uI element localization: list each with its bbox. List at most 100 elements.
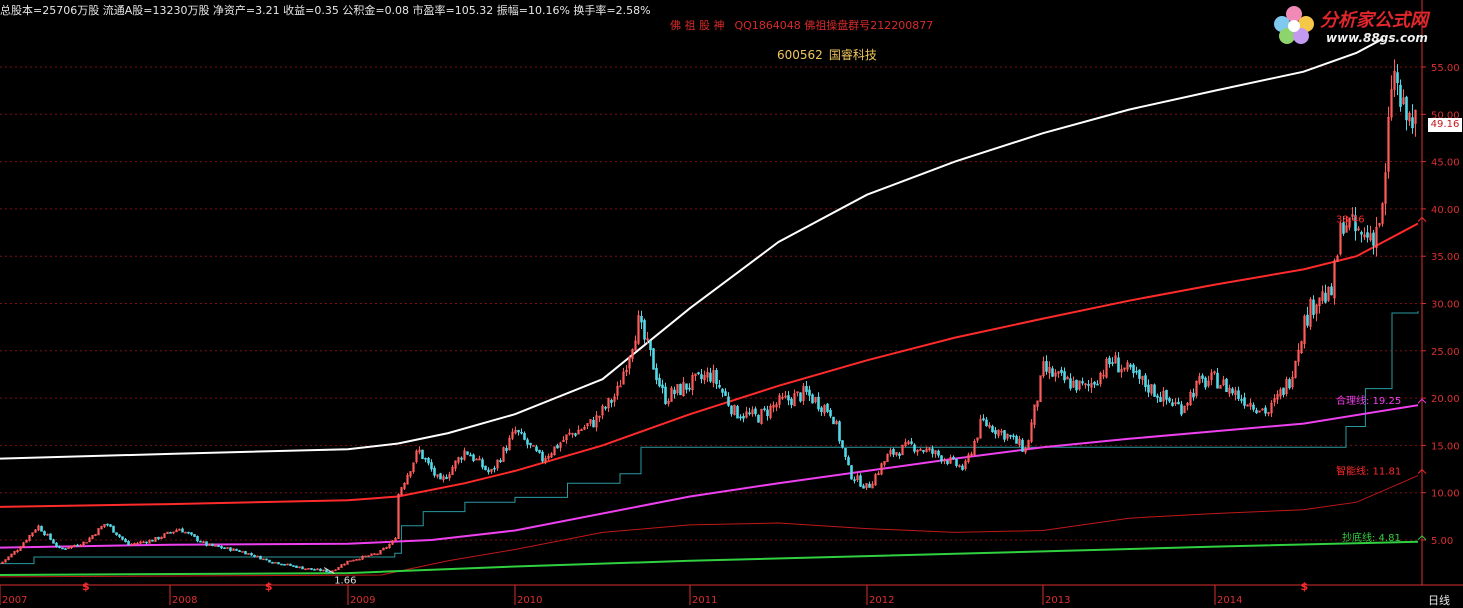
candle-body xyxy=(1069,378,1072,389)
candle-body xyxy=(310,568,313,570)
candle-body xyxy=(892,448,895,455)
banner-brand: 佛 祖 股 神 xyxy=(670,19,725,32)
candle-body xyxy=(1096,383,1099,386)
candle-body xyxy=(868,483,871,488)
top-white-line xyxy=(0,37,1384,460)
candle-body xyxy=(661,384,664,389)
candle-body xyxy=(445,476,448,480)
candle-body xyxy=(1282,387,1285,395)
candle-body xyxy=(145,541,148,544)
y-tick-label: 10.00 xyxy=(1431,489,1460,500)
y-tick-label: 30.00 xyxy=(1431,300,1460,311)
period-label[interactable]: 日线 xyxy=(1428,592,1450,608)
candle-body xyxy=(169,532,172,534)
indicator-lines xyxy=(0,37,1419,578)
candle-body xyxy=(739,416,742,419)
candle-body xyxy=(742,416,745,419)
candlesticks xyxy=(1,59,1417,574)
candle-body xyxy=(982,418,985,421)
candle-body xyxy=(817,396,820,410)
candle-body xyxy=(466,451,469,455)
candle-body xyxy=(199,540,202,543)
candle-body xyxy=(1372,232,1375,246)
candle-body xyxy=(433,467,436,476)
candle-body xyxy=(1360,232,1363,235)
candle-body xyxy=(421,449,424,459)
candle-body xyxy=(1255,410,1258,414)
line-label: 抄底线: 4.81 xyxy=(1342,531,1401,544)
candle-body xyxy=(610,399,613,403)
candle-body xyxy=(85,541,88,544)
candle-body xyxy=(292,565,295,567)
candle-body xyxy=(265,558,268,561)
candle-body xyxy=(499,460,502,462)
candle-body xyxy=(685,383,688,390)
x-tick-label: 2007 xyxy=(2,595,27,605)
candle-body xyxy=(1081,381,1084,384)
candle-body xyxy=(49,533,52,540)
candle-body xyxy=(220,546,223,549)
candle-body xyxy=(118,534,121,537)
candle-body xyxy=(280,563,283,566)
candle-body xyxy=(985,419,988,427)
candle-body xyxy=(1324,292,1327,303)
line-label: 38.46 xyxy=(1336,214,1365,225)
candle-body xyxy=(1168,398,1171,402)
candle-body xyxy=(1087,384,1090,386)
candle-body xyxy=(1144,375,1147,388)
candle-body xyxy=(1366,232,1369,238)
candle-body xyxy=(763,408,766,410)
candle-body xyxy=(1204,377,1207,388)
candle-body xyxy=(1132,364,1135,374)
candle-body xyxy=(121,536,124,540)
candle-body xyxy=(187,531,190,534)
dollar-marker: $ xyxy=(1301,580,1309,593)
candle-body xyxy=(652,348,655,370)
candle-body xyxy=(1009,435,1012,437)
candle-body xyxy=(724,391,727,396)
candle-body xyxy=(241,551,244,553)
candle-body xyxy=(115,532,118,536)
candle-body xyxy=(829,409,832,417)
candle-body xyxy=(124,538,127,542)
candle-body xyxy=(274,561,277,564)
candle-body xyxy=(847,457,850,466)
x-tick-label: 2014 xyxy=(1217,595,1242,605)
stock-name: 国睿科技 xyxy=(828,48,877,62)
candle-body xyxy=(673,389,676,395)
candle-body xyxy=(994,430,997,435)
candle-body xyxy=(484,465,487,471)
candle-body xyxy=(472,454,475,461)
candle-body xyxy=(250,553,253,556)
candle-body xyxy=(238,550,241,552)
low-label: 1.66 xyxy=(334,576,356,587)
candle-body xyxy=(193,534,196,537)
site-logo[interactable]: 分析家公式网 www.88gs.com xyxy=(1262,0,1462,50)
candle-body xyxy=(952,456,955,459)
candle-body xyxy=(1306,314,1309,326)
candle-body xyxy=(523,433,526,440)
candle-body xyxy=(1405,96,1408,121)
candle-body xyxy=(535,446,538,452)
candle-body xyxy=(1153,384,1156,397)
candle-body xyxy=(1117,357,1120,373)
candle-body xyxy=(808,389,811,396)
x-tick-label: 2013 xyxy=(1045,595,1070,605)
candle-body xyxy=(244,551,247,555)
candle-body xyxy=(1051,368,1054,377)
candle-body xyxy=(325,569,328,573)
candle-body xyxy=(931,448,934,454)
candle-body xyxy=(127,540,130,546)
candle-body xyxy=(1396,72,1399,84)
candle-body xyxy=(757,414,760,423)
reasonable-line xyxy=(0,404,1419,549)
candle-body xyxy=(736,406,739,419)
candle-body xyxy=(112,525,115,533)
price-chart[interactable]: 5.00 10.00 15.00 20.00 25.00 30.00 35.00 40.00 4… xyxy=(0,0,1463,605)
candle-body xyxy=(1003,430,1006,440)
candle-body xyxy=(520,431,523,434)
candle-body xyxy=(1180,404,1183,415)
candle-body xyxy=(1015,435,1018,444)
candle-body xyxy=(196,536,199,542)
candle-body xyxy=(301,566,304,570)
